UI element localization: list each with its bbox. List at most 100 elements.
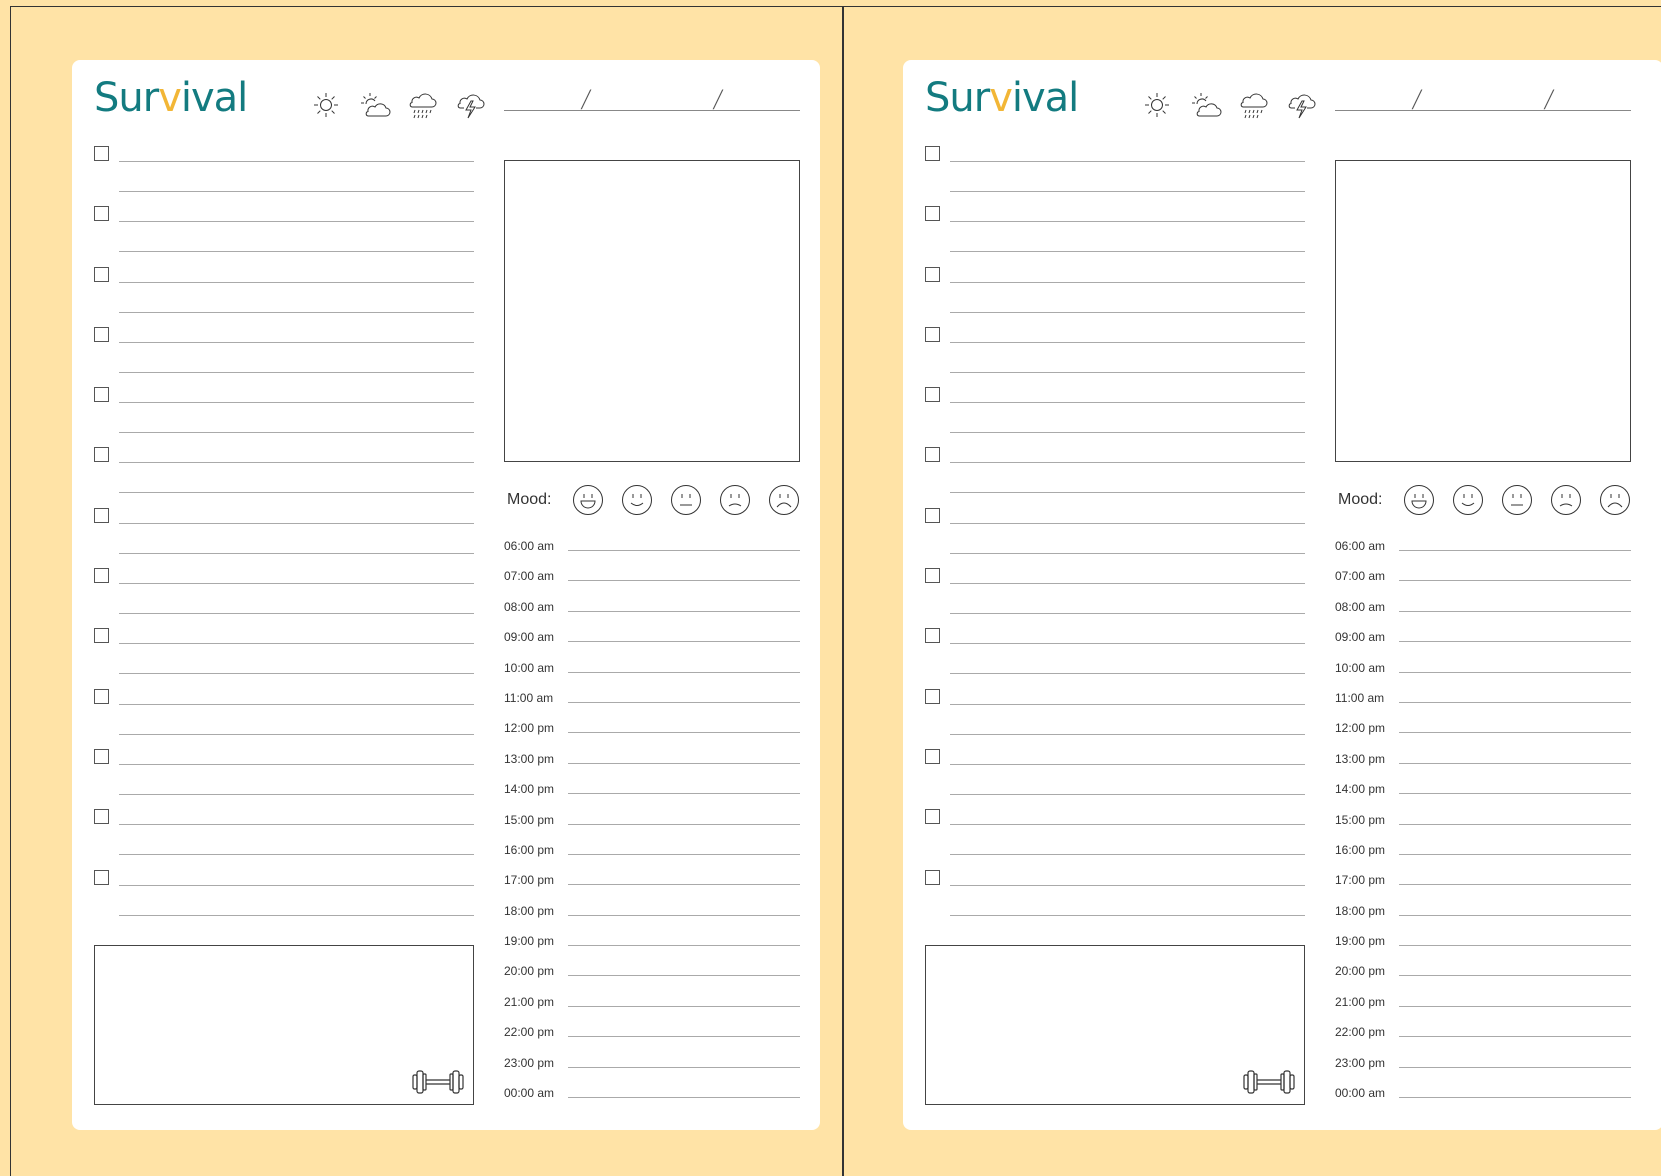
- schedule-line[interactable]: [568, 1005, 800, 1007]
- task-checkbox[interactable]: [94, 146, 109, 161]
- schedule-line[interactable]: [1399, 1066, 1631, 1068]
- task-line[interactable]: [119, 281, 474, 283]
- partly-cloudy-icon[interactable]: [356, 90, 392, 120]
- task-line[interactable]: [119, 914, 474, 916]
- task-checkbox[interactable]: [925, 688, 940, 704]
- task-line[interactable]: [119, 854, 474, 856]
- task-line[interactable]: [119, 432, 474, 434]
- task-line[interactable]: [119, 583, 474, 585]
- schedule-line[interactable]: [568, 853, 800, 855]
- schedule-line[interactable]: [568, 914, 800, 916]
- task-checkbox[interactable]: [925, 206, 940, 222]
- task-checkbox[interactable]: [94, 387, 109, 403]
- task-checkbox[interactable]: [925, 146, 940, 161]
- schedule-line[interactable]: [1399, 823, 1631, 825]
- schedule-line[interactable]: [568, 550, 800, 551]
- sad-face-icon[interactable]: [1550, 484, 1582, 516]
- task-line[interactable]: [119, 552, 474, 554]
- happy-face-icon[interactable]: [1452, 484, 1484, 516]
- task-line[interactable]: [950, 281, 1305, 283]
- schedule-line[interactable]: [1399, 762, 1631, 764]
- schedule-line[interactable]: [568, 884, 800, 886]
- sun-icon[interactable]: [308, 90, 344, 120]
- task-line[interactable]: [950, 492, 1305, 494]
- task-checkbox[interactable]: [925, 628, 940, 644]
- schedule-line[interactable]: [1399, 945, 1631, 947]
- task-line[interactable]: [950, 673, 1305, 675]
- task-line[interactable]: [119, 673, 474, 675]
- schedule-line[interactable]: [1399, 1005, 1631, 1007]
- schedule-line[interactable]: [1399, 1036, 1631, 1038]
- schedule-line[interactable]: [1399, 853, 1631, 855]
- task-line[interactable]: [119, 161, 474, 162]
- neutral-face-icon[interactable]: [670, 484, 702, 516]
- task-checkbox[interactable]: [94, 326, 109, 342]
- task-line[interactable]: [950, 402, 1305, 404]
- task-line[interactable]: [950, 643, 1305, 645]
- schedule-line[interactable]: [1399, 671, 1631, 673]
- schedule-line[interactable]: [568, 945, 800, 947]
- thunderstorm-icon[interactable]: [452, 90, 488, 120]
- schedule-line[interactable]: [1399, 975, 1631, 977]
- task-line[interactable]: [950, 341, 1305, 343]
- task-line[interactable]: [950, 703, 1305, 705]
- sun-icon[interactable]: [1139, 90, 1175, 120]
- neutral-face-icon[interactable]: [1501, 484, 1533, 516]
- schedule-line[interactable]: [568, 1066, 800, 1068]
- schedule-line[interactable]: [568, 580, 800, 582]
- schedule-line[interactable]: [568, 1036, 800, 1038]
- schedule-line[interactable]: [568, 793, 800, 795]
- schedule-line[interactable]: [568, 610, 800, 612]
- rain-icon[interactable]: [404, 90, 440, 120]
- task-line[interactable]: [950, 583, 1305, 585]
- task-line[interactable]: [119, 251, 474, 253]
- task-line[interactable]: [119, 703, 474, 705]
- task-line[interactable]: [119, 341, 474, 343]
- workout-notes-box[interactable]: [94, 945, 474, 1105]
- task-line[interactable]: [119, 613, 474, 615]
- task-line[interactable]: [950, 763, 1305, 765]
- task-line[interactable]: [950, 191, 1305, 192]
- task-line[interactable]: [950, 793, 1305, 795]
- task-checkbox[interactable]: [925, 447, 940, 463]
- task-checkbox[interactable]: [94, 447, 109, 463]
- task-line[interactable]: [119, 371, 474, 373]
- task-line[interactable]: [119, 643, 474, 645]
- very-happy-face-icon[interactable]: [572, 484, 604, 516]
- sad-face-icon[interactable]: [719, 484, 751, 516]
- very-happy-face-icon[interactable]: [1403, 484, 1435, 516]
- schedule-line[interactable]: [1399, 914, 1631, 916]
- task-line[interactable]: [950, 824, 1305, 826]
- task-line[interactable]: [950, 613, 1305, 615]
- rain-icon[interactable]: [1235, 90, 1271, 120]
- task-checkbox[interactable]: [94, 809, 109, 825]
- date-line[interactable]: [504, 110, 800, 111]
- schedule-line[interactable]: [568, 641, 800, 643]
- task-line[interactable]: [119, 311, 474, 313]
- task-line[interactable]: [950, 733, 1305, 735]
- task-checkbox[interactable]: [925, 507, 940, 523]
- task-line[interactable]: [119, 763, 474, 765]
- partly-cloudy-icon[interactable]: [1187, 90, 1223, 120]
- task-line[interactable]: [119, 402, 474, 404]
- schedule-line[interactable]: [1399, 884, 1631, 886]
- task-line[interactable]: [950, 552, 1305, 554]
- schedule-line[interactable]: [1399, 610, 1631, 612]
- schedule-line[interactable]: [568, 823, 800, 825]
- task-checkbox[interactable]: [94, 568, 109, 584]
- very-sad-face-icon[interactable]: [768, 484, 800, 516]
- task-line[interactable]: [950, 854, 1305, 856]
- schedule-line[interactable]: [568, 1097, 800, 1099]
- workout-notes-box[interactable]: [925, 945, 1305, 1105]
- schedule-line[interactable]: [568, 701, 800, 703]
- task-checkbox[interactable]: [925, 266, 940, 282]
- task-line[interactable]: [119, 824, 474, 826]
- schedule-line[interactable]: [1399, 641, 1631, 643]
- task-line[interactable]: [119, 462, 474, 464]
- task-line[interactable]: [119, 221, 474, 223]
- task-line[interactable]: [950, 884, 1305, 886]
- photo-box[interactable]: [504, 160, 800, 462]
- task-line[interactable]: [950, 161, 1305, 162]
- very-sad-face-icon[interactable]: [1599, 484, 1631, 516]
- task-checkbox[interactable]: [925, 568, 940, 584]
